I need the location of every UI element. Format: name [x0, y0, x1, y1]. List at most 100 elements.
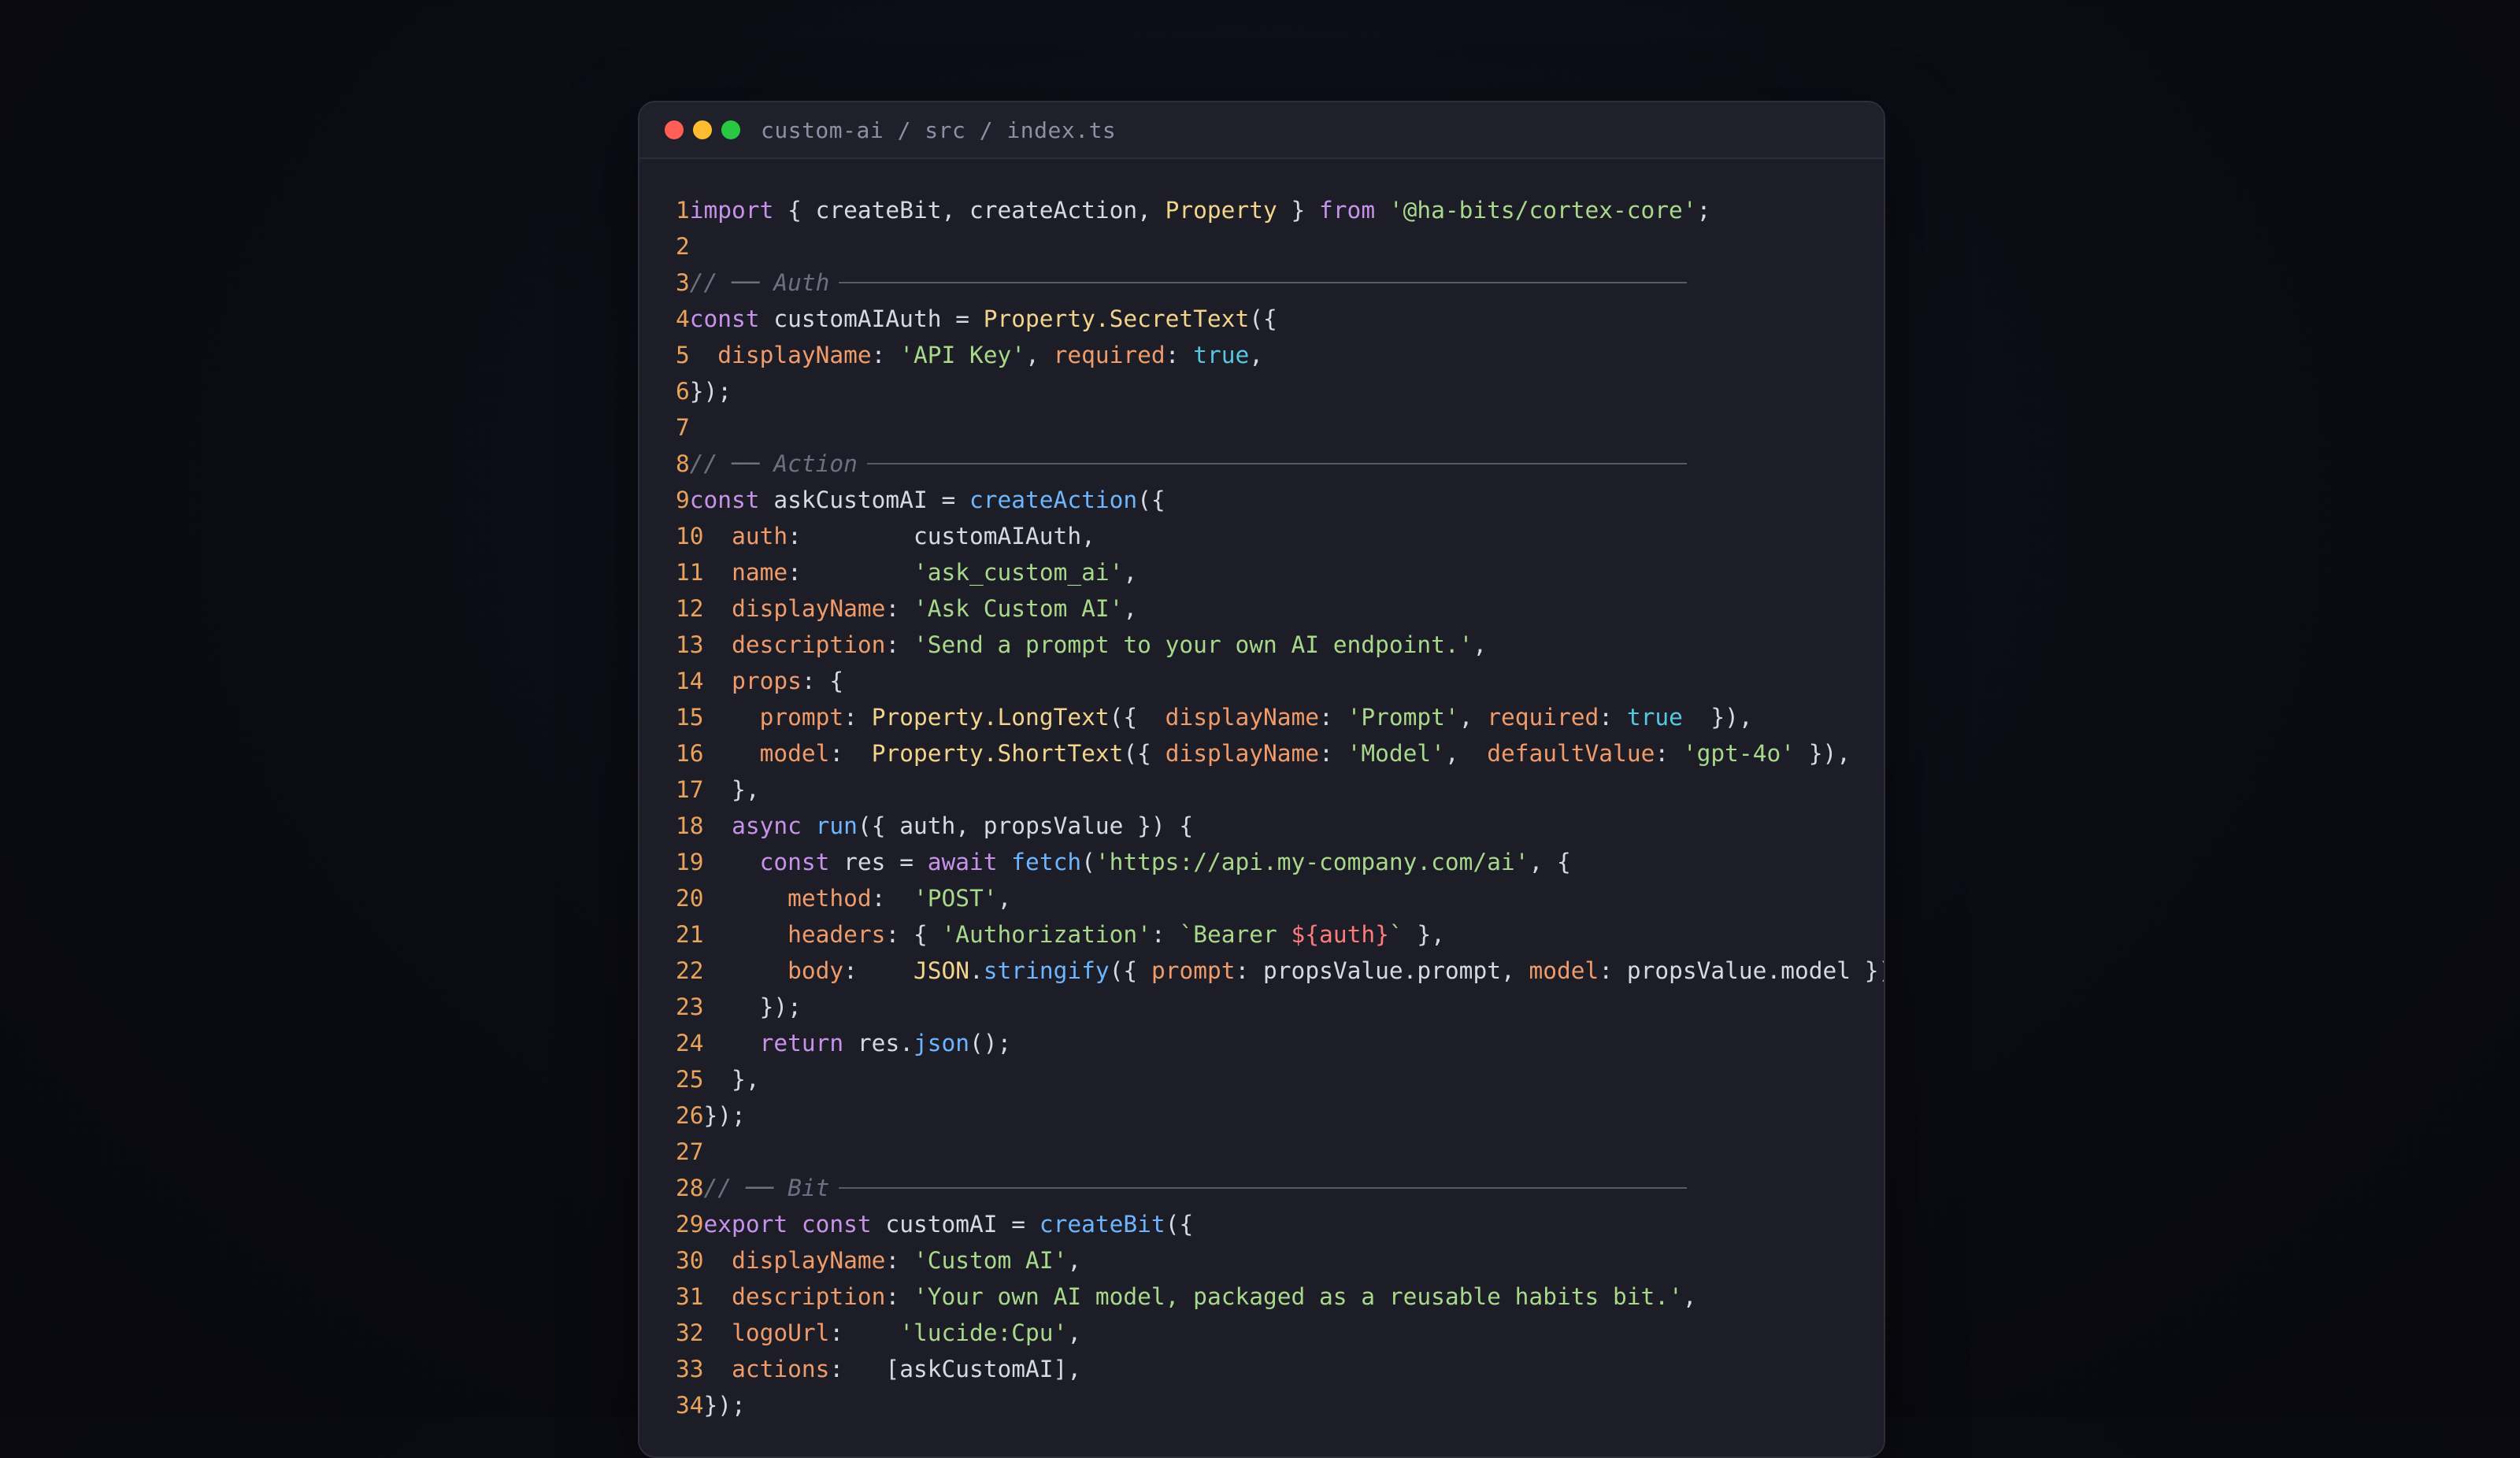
code-token: :: [885, 595, 914, 622]
code-line: 5 displayName: 'API Key', required: true…: [676, 337, 1884, 373]
line-number: 7: [676, 414, 690, 441]
code-token: 'ask_custom_ai': [913, 559, 1124, 586]
code-line: 7: [676, 409, 1884, 446]
code-token: }),: [1794, 740, 1851, 767]
code-token: prompt: [759, 704, 844, 731]
code-token: createAction: [969, 487, 1138, 513]
code-token: 'Model': [1347, 740, 1445, 767]
line-number: 16: [676, 740, 704, 767]
code-token: 'Custom AI': [913, 1247, 1068, 1274]
code-token: .: [969, 957, 984, 984]
file-path-title: custom-ai / src / index.ts: [761, 117, 1117, 143]
code-token: },: [703, 776, 760, 803]
line-number: 15: [676, 704, 704, 731]
code-token: res.: [843, 1030, 914, 1056]
code-token: },: [1403, 921, 1445, 948]
code-token: customAI =: [871, 1211, 1040, 1238]
code-token: run: [815, 812, 858, 839]
line-number: 17: [676, 776, 704, 803]
code-token: res =: [829, 849, 928, 875]
code-token: required: [1487, 704, 1599, 731]
code-token: : {: [801, 668, 844, 694]
code-token: : propsValue.model }),: [1599, 957, 1885, 984]
line-number: 23: [676, 994, 704, 1020]
code-token: displayName: [1165, 704, 1320, 731]
code-line: 19 const res = await fetch('https://api.…: [676, 844, 1884, 880]
code-token: :: [843, 957, 914, 984]
line-number: 34: [676, 1392, 704, 1419]
line-number: 24: [676, 1030, 704, 1056]
window-titlebar: custom-ai / src / index.ts: [639, 102, 1884, 159]
code-token: ,: [1458, 704, 1488, 731]
code-token: 'POST': [913, 885, 998, 912]
code-token: fetch: [1011, 849, 1082, 875]
code-window: custom-ai / src / index.ts 1 import { cre…: [638, 101, 1885, 1458]
code-line: 10 auth: customAIAuth,: [676, 518, 1884, 554]
maximize-window-button[interactable]: [721, 120, 740, 139]
code-token: (: [1081, 849, 1095, 875]
code-line: 30 displayName: 'Custom AI',: [676, 1242, 1884, 1279]
code-token: actions: [732, 1356, 830, 1382]
code-token: ();: [969, 1030, 1012, 1056]
code-token: true: [1626, 704, 1683, 731]
line-number: 21: [676, 921, 704, 948]
code-line: 22 body: JSON. stringify({ prompt: propsV…: [676, 953, 1884, 989]
code-line: 3// ── Auth: [676, 265, 1884, 301]
code-line: 21 headers: { 'Authorization': `Bearer $…: [676, 916, 1884, 953]
line-number: 10: [676, 523, 704, 550]
line-number: 22: [676, 957, 704, 984]
code-token: customAIAuth =: [759, 305, 984, 332]
comment-divider-line: [839, 1187, 1687, 1189]
code-line: 18 async run({ auth, propsValue }) {: [676, 808, 1884, 844]
line-number: 5: [676, 342, 690, 368]
minimize-window-button[interactable]: [693, 120, 712, 139]
code-token: Property.SecretText: [983, 305, 1250, 332]
code-line: 20 method: 'POST',: [676, 880, 1884, 916]
code-token: // ── Auth: [689, 269, 830, 296]
code-line: 28// ── Bit: [676, 1170, 1884, 1206]
code-token: },: [703, 1066, 760, 1093]
code-token: required: [1053, 342, 1166, 368]
code-token: await: [927, 849, 998, 875]
code-token: 'Send a prompt to your own AI endpoint.': [913, 631, 1473, 658]
code-token: ({: [1109, 957, 1151, 984]
code-token: 'Authorization': [941, 921, 1151, 948]
close-window-button[interactable]: [665, 120, 684, 139]
code-token: :: [843, 704, 872, 731]
code-token: stringify: [983, 957, 1110, 984]
code-line: 33 actions: [askCustomAI],: [676, 1351, 1884, 1387]
code-line: 31 description: 'Your own AI model, pack…: [676, 1279, 1884, 1315]
line-number: 1: [676, 197, 690, 224]
line-number: 18: [676, 812, 704, 839]
code-line: 16 model: Property.ShortText({ displayNa…: [676, 735, 1884, 772]
code-token: headers: [788, 921, 886, 948]
line-number: 20: [676, 885, 704, 912]
code-line: 26});: [676, 1097, 1884, 1134]
code-line: 13 description: 'Send a prompt to your o…: [676, 627, 1884, 663]
code-line: 23 });: [676, 989, 1884, 1025]
code-token: createBit: [1039, 1211, 1166, 1238]
code-token: }),: [1682, 704, 1753, 731]
line-number: 28: [676, 1175, 704, 1201]
code-token: ;: [1696, 197, 1711, 224]
code-editor[interactable]: 1 import { createBit, createAction, Prope…: [639, 159, 1884, 1423]
code-token: ({: [1165, 1211, 1194, 1238]
code-line: 11 name: 'ask_custom_ai',: [676, 554, 1884, 590]
code-token: // ── Bit: [703, 1175, 830, 1201]
code-token: true: [1193, 342, 1250, 368]
code-token: ({ auth, propsValue }) {: [857, 812, 1194, 839]
code-line: 9 const askCustomAI = createAction({: [676, 482, 1884, 518]
code-token: , {: [1529, 849, 1571, 875]
code-token: : [askCustomAI],: [829, 1356, 1082, 1382]
code-token: const: [689, 305, 760, 332]
code-token: ({: [1137, 487, 1166, 513]
